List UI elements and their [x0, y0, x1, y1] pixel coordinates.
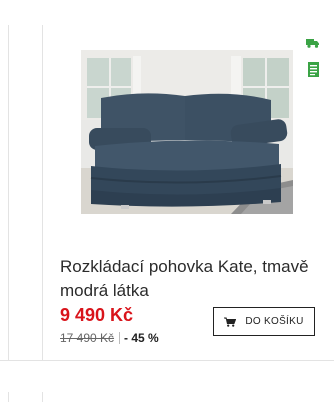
current-price: 9 490 Kč — [60, 305, 134, 325]
product-image[interactable] — [81, 50, 293, 214]
product-badges — [303, 38, 323, 77]
delivery-truck-icon — [306, 39, 319, 48]
row-divider — [0, 360, 334, 361]
product-card[interactable]: Rozkládací pohovka Kate, tmavě modrá lát… — [42, 25, 334, 360]
sofa-photo — [81, 50, 293, 214]
product-title[interactable]: Rozkládací pohovka Kate, tmavě modrá lát… — [60, 255, 325, 303]
cart-icon — [224, 317, 237, 327]
discount-badge: - 45 % — [124, 331, 159, 345]
add-to-cart-label: DO KOŠÍKU — [245, 316, 304, 327]
left-card-border — [8, 25, 9, 360]
next-row-border — [8, 392, 9, 402]
price-details: 17 490 Kč - 45 % — [60, 331, 159, 345]
price-separator — [119, 332, 121, 344]
old-price: 17 490 Kč — [60, 331, 115, 345]
document-icon — [307, 62, 319, 77]
next-row-border — [42, 392, 43, 402]
add-to-cart-button[interactable]: DO KOŠÍKU — [213, 307, 315, 336]
